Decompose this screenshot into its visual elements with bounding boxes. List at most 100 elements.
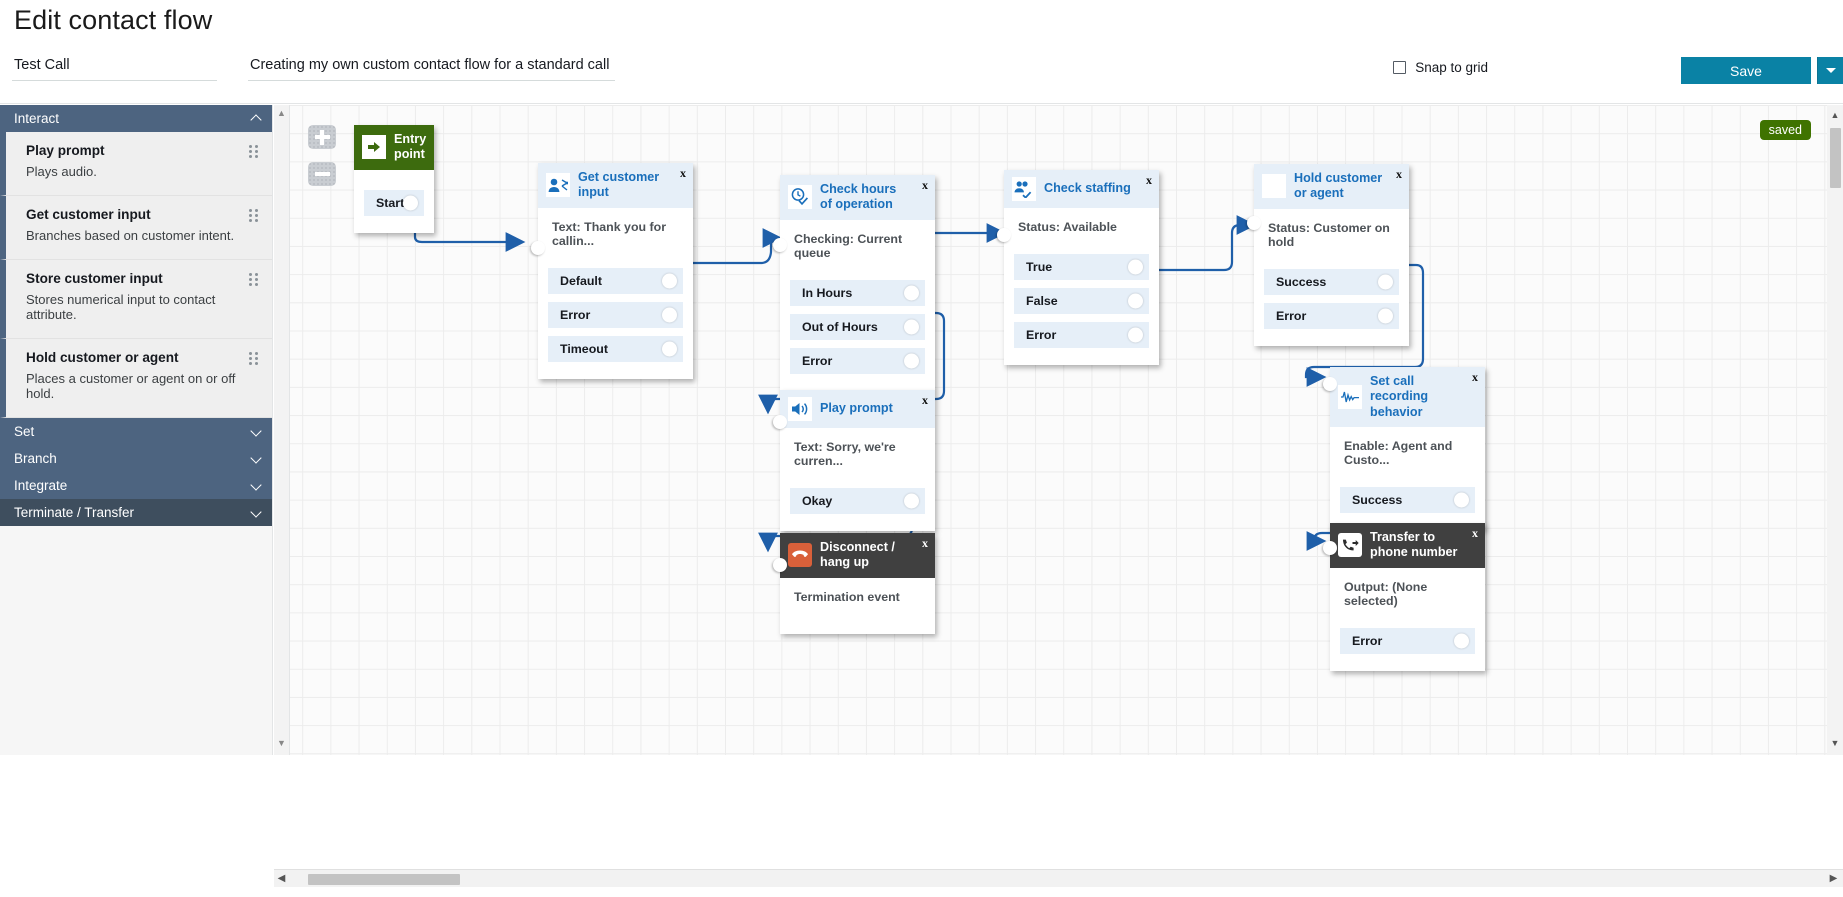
- scroll-down-icon[interactable]: ▼: [1829, 738, 1841, 748]
- close-icon[interactable]: x: [1146, 174, 1152, 186]
- sidebar-category-set[interactable]: Set: [0, 418, 272, 445]
- node-input-connector[interactable]: [773, 238, 787, 252]
- port-connector-dot[interactable]: [1128, 327, 1143, 343]
- port-connector-dot[interactable]: [904, 493, 919, 509]
- sidebar-block-play-prompt[interactable]: Play prompt Plays audio.: [0, 132, 272, 196]
- block-description: Branches based on customer intent.: [26, 228, 235, 243]
- canvas-vertical-scroll-thumb[interactable]: [1830, 128, 1841, 188]
- drag-handle-icon[interactable]: [249, 352, 258, 365]
- close-icon[interactable]: x: [922, 179, 928, 191]
- port-error[interactable]: Error: [548, 301, 683, 328]
- node-input-connector[interactable]: [997, 228, 1011, 242]
- node-hold-customer-or-agent[interactable]: Hold customer or agent x Status: Custome…: [1247, 164, 1409, 346]
- sidebar-scroll-down-icon[interactable]: ▼: [277, 738, 286, 748]
- canvas-horizontal-scroll-thumb[interactable]: [308, 874, 460, 885]
- close-icon[interactable]: x: [680, 167, 686, 179]
- port-connector-dot[interactable]: [1378, 308, 1393, 324]
- close-icon[interactable]: x: [922, 537, 928, 549]
- node-body: Error: [1330, 627, 1485, 671]
- node-input-connector[interactable]: [1323, 541, 1337, 555]
- drag-handle-icon[interactable]: [249, 273, 258, 286]
- port-connector-dot[interactable]: [662, 341, 677, 357]
- port-timeout[interactable]: Timeout: [548, 335, 683, 362]
- port-label: Success: [1276, 274, 1327, 289]
- scroll-up-icon[interactable]: ▲: [1829, 110, 1841, 120]
- sidebar-scroll-up-icon[interactable]: ▲: [277, 108, 286, 118]
- port-okay[interactable]: Okay: [790, 488, 925, 514]
- port-error[interactable]: Error: [790, 347, 925, 374]
- close-icon[interactable]: x: [1396, 168, 1402, 180]
- port-connector-dot[interactable]: [904, 353, 919, 369]
- drag-handle-icon[interactable]: [249, 145, 258, 158]
- scroll-left-icon[interactable]: ◀: [274, 873, 289, 884]
- port-error[interactable]: Error: [1340, 627, 1475, 654]
- sidebar-category-interact[interactable]: Interact: [0, 105, 272, 132]
- port-connector-dot[interactable]: [1454, 633, 1469, 649]
- flow-description-input[interactable]: Creating my own custom contact flow for …: [248, 57, 615, 81]
- port-connector-dot[interactable]: [403, 195, 418, 211]
- sidebar-category-terminate-transfer[interactable]: Terminate / Transfer: [0, 499, 272, 526]
- close-icon[interactable]: x: [922, 394, 928, 406]
- node-get-customer-input[interactable]: Get customer input x Text: Thank you for…: [531, 163, 693, 379]
- close-icon[interactable]: x: [1472, 371, 1478, 383]
- node-input-connector[interactable]: [773, 558, 787, 572]
- node-subtitle: Termination event: [794, 589, 900, 604]
- port-label: In Hours: [802, 285, 853, 300]
- node-header: Get customer input x: [538, 163, 693, 208]
- port-start[interactable]: Start: [364, 189, 424, 216]
- port-default[interactable]: Default: [548, 267, 683, 294]
- node-check-staffing[interactable]: Check staffing x Status: Available True …: [997, 170, 1159, 365]
- port-error[interactable]: Error: [1014, 322, 1149, 348]
- sidebar-category-integrate[interactable]: Integrate: [0, 472, 272, 499]
- chevron-down-icon: [251, 453, 263, 465]
- node-input-connector[interactable]: [773, 415, 787, 429]
- snap-to-grid-control[interactable]: Snap to grid: [1393, 60, 1488, 75]
- node-entry-point[interactable]: Entry point Start: [354, 125, 434, 233]
- sidebar-block-get-customer-input[interactable]: Get customer input Branches based on cus…: [0, 196, 272, 260]
- block-title: Store customer input: [26, 271, 163, 286]
- snap-to-grid-checkbox[interactable]: [1393, 61, 1407, 74]
- scroll-right-icon[interactable]: ▶: [1826, 873, 1841, 884]
- chevron-down-icon: [251, 507, 263, 519]
- flow-canvas[interactable]: saved Entry point Start Get customer inp…: [274, 105, 1843, 755]
- node-play-prompt[interactable]: Play prompt x Text: Sorry, we're curren.…: [773, 390, 935, 531]
- port-label: Error: [1026, 328, 1057, 342]
- drag-handle-icon[interactable]: [249, 209, 258, 222]
- port-connector-dot[interactable]: [662, 273, 677, 289]
- node-set-call-recording-behavior[interactable]: Set call recording behavior x Enable: Ag…: [1323, 367, 1485, 531]
- zoom-in-button[interactable]: [308, 125, 336, 149]
- save-button[interactable]: Save: [1681, 57, 1811, 84]
- port-in-hours[interactable]: In Hours: [790, 279, 925, 306]
- flow-name-input[interactable]: Test Call: [12, 57, 217, 81]
- port-success[interactable]: Success: [1340, 487, 1475, 514]
- canvas-vertical-scrollbar[interactable]: [1827, 105, 1843, 755]
- node-input-connector[interactable]: [1323, 377, 1337, 391]
- sidebar-block-hold-customer-or-agent[interactable]: Hold customer or agent Places a customer…: [0, 339, 272, 418]
- close-icon[interactable]: x: [1472, 527, 1478, 539]
- port-connector-dot[interactable]: [904, 285, 919, 301]
- node-input-connector[interactable]: [1247, 216, 1261, 230]
- port-connector-dot[interactable]: [1128, 259, 1143, 275]
- port-success[interactable]: Success: [1264, 268, 1399, 295]
- port-connector-dot[interactable]: [1378, 274, 1393, 290]
- port-connector-dot[interactable]: [1454, 492, 1469, 508]
- port-connector-dot[interactable]: [1128, 293, 1143, 309]
- sidebar-category-branch[interactable]: Branch: [0, 445, 272, 472]
- block-title: Hold customer or agent: [26, 350, 179, 365]
- node-check-hours-of-operation[interactable]: Check hours of operation x Checking: Cur…: [773, 175, 935, 391]
- zoom-out-button[interactable]: [308, 162, 336, 186]
- node-input-connector[interactable]: [531, 241, 545, 255]
- port-error[interactable]: Error: [1264, 302, 1399, 329]
- port-false[interactable]: False: [1014, 288, 1149, 314]
- node-disconnect-hang-up[interactable]: Disconnect / hang up x Termination event: [773, 533, 935, 634]
- node-header: Hold customer or agent x: [1254, 164, 1409, 209]
- port-true[interactable]: True: [1014, 254, 1149, 280]
- port-out-of-hours[interactable]: Out of Hours: [790, 313, 925, 340]
- port-connector-dot[interactable]: [662, 307, 677, 323]
- header-divider: [0, 103, 1843, 104]
- save-dropdown-caret-icon[interactable]: [1817, 57, 1843, 84]
- canvas-horizontal-scrollbar[interactable]: ◀ ▶: [274, 869, 1843, 887]
- node-transfer-to-phone-number[interactable]: Transfer to phone number x Output: (None…: [1323, 523, 1485, 671]
- port-connector-dot[interactable]: [904, 319, 919, 335]
- sidebar-block-store-customer-input[interactable]: Store customer input Stores numerical in…: [0, 260, 272, 339]
